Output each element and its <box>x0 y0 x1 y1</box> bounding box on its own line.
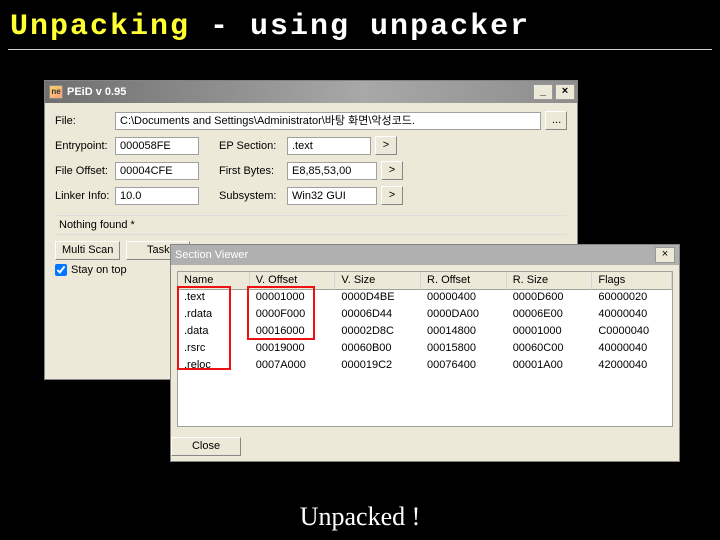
cell-vsize: 00002D8C <box>335 324 421 341</box>
file-field[interactable]: C:\Documents and Settings\Administrator\… <box>115 112 541 130</box>
ep-section-more-button[interactable]: > <box>375 136 397 155</box>
table-row[interactable]: .reloc0007A000000019C20007640000001A0042… <box>178 358 672 375</box>
cell-name: .rdata <box>178 307 250 324</box>
first-bytes-field[interactable]: E8,85,53,00 <box>287 162 377 180</box>
cell-roff: 0000DA00 <box>421 307 507 324</box>
cell-rsize: 0000D600 <box>507 290 593 307</box>
cell-roff: 00000400 <box>421 290 507 307</box>
section-viewer-close-button[interactable]: Close <box>171 437 241 456</box>
cell-rsize: 00001A00 <box>507 358 593 375</box>
col-rsize[interactable]: R. Size <box>507 272 593 290</box>
subsystem-label: Subsystem: <box>219 190 287 202</box>
entrypoint-field[interactable]: 000058FE <box>115 137 199 155</box>
unpacked-caption: Unpacked ! <box>0 502 720 532</box>
subsystem-field[interactable]: Win32 GUI <box>287 187 377 205</box>
col-name[interactable]: Name <box>178 272 250 290</box>
section-listview[interactable]: Name V. Offset V. Size R. Offset R. Size… <box>177 271 673 427</box>
minimize-button[interactable]: _ <box>533 84 553 100</box>
section-viewer-titlebar[interactable]: Section Viewer × <box>171 245 679 265</box>
peid-titlebar[interactable]: ne PEiD v 0.95 _ × <box>45 81 577 103</box>
cell-voff: 00016000 <box>250 324 336 341</box>
cell-rsize: 00006E00 <box>507 307 593 324</box>
cell-voff: 00001000 <box>250 290 336 307</box>
stay-on-top-input[interactable] <box>55 264 67 276</box>
cell-voff: 00019000 <box>250 341 336 358</box>
cell-vsize: 00006D44 <box>335 307 421 324</box>
close-button[interactable]: × <box>555 84 575 100</box>
cell-rsize: 00060C00 <box>507 341 593 358</box>
first-bytes-label: First Bytes: <box>219 165 287 177</box>
listview-header: Name V. Offset V. Size R. Offset R. Size… <box>178 272 672 290</box>
cell-voff: 0007A000 <box>250 358 336 375</box>
cell-roff: 00076400 <box>421 358 507 375</box>
cell-flags: C0000040 <box>592 324 672 341</box>
linker-info-label: Linker Info: <box>55 190 115 202</box>
cell-voff: 0000F000 <box>250 307 336 324</box>
first-bytes-more-button[interactable]: > <box>381 161 403 180</box>
cell-rsize: 00001000 <box>507 324 593 341</box>
section-viewer-window: Section Viewer × Name V. Offset V. Size … <box>170 244 680 462</box>
cell-name: .rsrc <box>178 341 250 358</box>
table-row[interactable]: .rdata0000F00000006D440000DA0000006E0040… <box>178 307 672 324</box>
table-row[interactable]: .text000010000000D4BE000004000000D600600… <box>178 290 672 307</box>
table-row[interactable]: .data0001600000002D8C0001480000001000C00… <box>178 324 672 341</box>
col-vsize[interactable]: V. Size <box>335 272 421 290</box>
col-voffset[interactable]: V. Offset <box>250 272 336 290</box>
file-offset-field[interactable]: 00004CFE <box>115 162 199 180</box>
cell-flags: 40000040 <box>592 307 672 324</box>
stay-on-top-label: Stay on top <box>71 264 127 276</box>
title-rest: - using unpacker <box>190 10 530 44</box>
file-label: File: <box>55 115 115 127</box>
slide-title: Unpacking - using unpacker <box>0 0 720 49</box>
linker-info-field[interactable]: 10.0 <box>115 187 199 205</box>
cell-flags: 42000040 <box>592 358 672 375</box>
title-underline <box>8 49 712 50</box>
section-viewer-title-text: Section Viewer <box>175 249 248 261</box>
multi-scan-button[interactable]: Multi Scan <box>55 241 120 260</box>
cell-vsize: 000019C2 <box>335 358 421 375</box>
file-offset-label: File Offset: <box>55 165 115 177</box>
cell-flags: 40000040 <box>592 341 672 358</box>
peid-title-text: PEiD v 0.95 <box>67 86 126 98</box>
cell-vsize: 00060B00 <box>335 341 421 358</box>
cell-name: .text <box>178 290 250 307</box>
scan-status: Nothing found * <box>55 215 567 235</box>
col-flags[interactable]: Flags <box>592 272 672 290</box>
cell-roff: 00015800 <box>421 341 507 358</box>
cell-name: .reloc <box>178 358 250 375</box>
subsystem-more-button[interactable]: > <box>381 186 403 205</box>
ep-section-field[interactable]: .text <box>287 137 371 155</box>
col-roffset[interactable]: R. Offset <box>421 272 507 290</box>
cell-vsize: 0000D4BE <box>335 290 421 307</box>
cell-name: .data <box>178 324 250 341</box>
ep-section-label: EP Section: <box>219 140 287 152</box>
section-viewer-close-icon[interactable]: × <box>655 247 675 263</box>
table-row[interactable]: .rsrc0001900000060B000001580000060C00400… <box>178 341 672 358</box>
title-highlight: Unpacking <box>10 10 190 44</box>
peid-logo-icon: ne <box>49 85 63 99</box>
entrypoint-label: Entrypoint: <box>55 140 115 152</box>
browse-button[interactable]: ... <box>545 111 567 130</box>
cell-roff: 00014800 <box>421 324 507 341</box>
cell-flags: 60000020 <box>592 290 672 307</box>
